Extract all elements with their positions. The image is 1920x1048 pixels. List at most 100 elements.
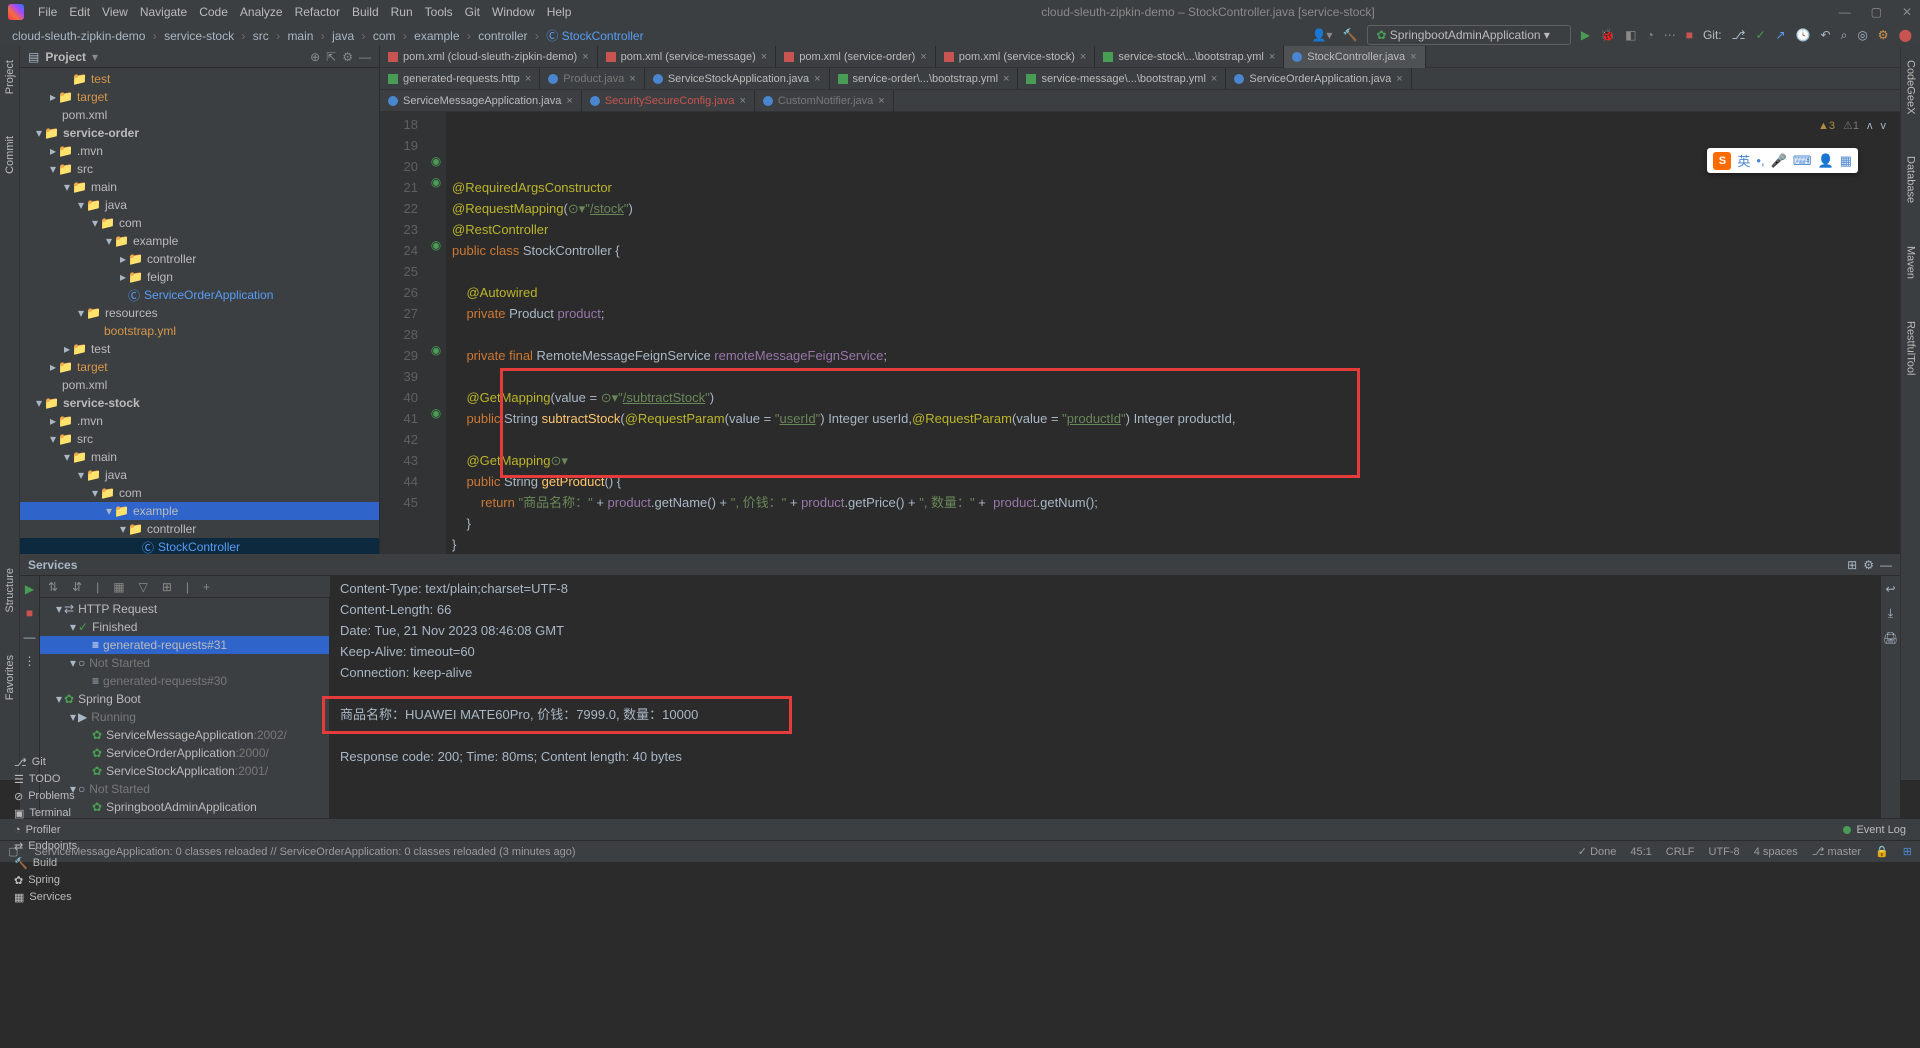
svc-stop-icon[interactable]: ■ — [26, 606, 33, 620]
breadcrumb[interactable]: controller — [474, 28, 531, 44]
menu-view[interactable]: View — [96, 2, 134, 22]
tab-close-icon[interactable]: × — [920, 51, 926, 63]
ime-keyboard-icon[interactable]: ⌨ — [1793, 153, 1812, 169]
editor-tab[interactable]: CustomNotifier.java× — [755, 90, 894, 112]
tree-node[interactable]: ▾📁service-order — [20, 124, 379, 142]
git-update-icon[interactable]: ✓ — [1755, 28, 1765, 42]
git-branch-icon[interactable]: ⎇ — [1732, 28, 1746, 42]
search-icon[interactable]: ⌕ — [1841, 28, 1848, 43]
hide-icon[interactable]: — — [359, 50, 371, 64]
collapse-icon[interactable]: ⚙ — [342, 50, 353, 64]
breadcrumb[interactable]: cloud-sleuth-zipkin-demo — [8, 28, 149, 44]
services-tree-node[interactable]: ▾▶Running — [40, 708, 329, 726]
status-indent[interactable]: 4 spaces — [1754, 846, 1798, 858]
left-tab-favorites[interactable]: Favorites — [4, 649, 16, 706]
tab-close-icon[interactable]: × — [1269, 51, 1275, 63]
menu-file[interactable]: File — [32, 2, 63, 22]
services-tree-node[interactable]: ✿ServiceMessageApplication :2002/ — [40, 726, 329, 744]
tab-close-icon[interactable]: × — [1396, 73, 1402, 85]
bottom-tab-profiler[interactable]: ◔Profiler — [6, 822, 85, 838]
right-tab-database[interactable]: Database — [1905, 150, 1917, 209]
status-encoding[interactable]: UTF-8 — [1709, 846, 1740, 858]
bottom-tab-services[interactable]: ▦Services — [6, 889, 85, 906]
editor-tab[interactable]: service-order\...\bootstrap.yml× — [830, 68, 1019, 90]
svc-tb-grid-icon[interactable]: ▦ — [113, 580, 124, 594]
profiler-icon[interactable]: ◔ — [1646, 28, 1653, 42]
tree-node[interactable]: ▾📁controller — [20, 520, 379, 538]
close-icon[interactable]: ✕ — [1902, 5, 1912, 19]
tree-node[interactable]: bootstrap.yml — [20, 322, 379, 340]
svc-wrap-icon[interactable]: ↩ — [1885, 582, 1895, 596]
hammer-icon[interactable]: 🔨 — [1342, 28, 1357, 42]
ime-grid-icon[interactable]: ▦ — [1840, 153, 1852, 169]
editor-tab[interactable]: pom.xml (service-message)× — [598, 46, 777, 68]
user-icon[interactable]: 👤▾ — [1311, 28, 1332, 42]
tree-node[interactable]: ⒸServiceOrderApplication — [20, 286, 379, 304]
menu-git[interactable]: Git — [459, 2, 486, 22]
status-linesep[interactable]: CRLF — [1666, 846, 1695, 858]
locate-icon[interactable]: ◎ — [1857, 28, 1867, 42]
tree-node[interactable]: ▸📁target — [20, 88, 379, 106]
editor-tab[interactable]: Product.java× — [540, 68, 645, 90]
tree-node[interactable]: ▾📁src — [20, 430, 379, 448]
editor-tab[interactable]: pom.xml (service-stock)× — [936, 46, 1096, 68]
left-tab-structure[interactable]: Structure — [4, 562, 16, 619]
svc-tb-tree-icon[interactable]: ⇅ — [48, 580, 58, 594]
tree-node[interactable]: ▸📁target — [20, 358, 379, 376]
tab-close-icon[interactable]: × — [582, 51, 588, 63]
svc-tb-add-icon[interactable]: + — [203, 580, 210, 594]
tree-node[interactable]: ▾📁example — [20, 502, 379, 520]
editor-tab[interactable]: generated-requests.http× — [380, 68, 540, 90]
tab-close-icon[interactable]: × — [629, 73, 635, 85]
settings-icon[interactable]: ⚙ — [1878, 28, 1889, 42]
tree-node[interactable]: ▸📁.mvn — [20, 142, 379, 160]
menu-edit[interactable]: Edit — [63, 2, 96, 22]
minimize-icon[interactable]: — — [1839, 5, 1851, 19]
svc-more-icon[interactable]: ⋮ — [24, 654, 36, 668]
menu-build[interactable]: Build — [346, 2, 385, 22]
run-config-selector[interactable]: ✿ SpringbootAdminApplication ▾ — [1367, 25, 1571, 45]
status-branch[interactable]: ⎇ master — [1812, 845, 1861, 858]
services-output[interactable]: Content-Type: text/plain;charset=UTF-8Co… — [330, 576, 1880, 818]
left-tab-project[interactable]: Project — [4, 54, 16, 100]
svc-tb-filter-icon[interactable]: ▽ — [139, 580, 148, 594]
right-tab-maven[interactable]: Maven — [1905, 240, 1917, 285]
tree-node[interactable]: ▾📁com — [20, 214, 379, 232]
tab-close-icon[interactable]: × — [1211, 73, 1217, 85]
breadcrumb[interactable]: main — [283, 28, 317, 44]
bottom-tab-problems[interactable]: ⊘Problems — [6, 788, 85, 805]
svc-print-icon[interactable]: 🖨 — [1883, 631, 1898, 645]
menu-refactor[interactable]: Refactor — [289, 2, 346, 22]
git-push-icon[interactable]: ↗ — [1776, 28, 1786, 42]
assist-icon[interactable]: ⬤ — [1899, 28, 1912, 42]
svc-run-icon[interactable]: ▶ — [25, 582, 34, 596]
services-hide-icon[interactable]: — — [1880, 558, 1892, 572]
ime-toolbar[interactable]: S 英 •, 🎤 ⌨ 👤 ▦ — [1707, 148, 1858, 173]
attach-icon[interactable]: ⋯ — [1664, 28, 1676, 42]
editor-tab[interactable]: pom.xml (service-order)× — [776, 46, 936, 68]
tab-close-icon[interactable]: × — [739, 95, 745, 107]
tab-close-icon[interactable]: × — [1080, 51, 1086, 63]
code-area[interactable]: ▲3 ⚠1 ʌv @RequiredArgsConstructor@Reques… — [446, 112, 1900, 554]
menu-help[interactable]: Help — [541, 2, 578, 22]
tab-close-icon[interactable]: × — [525, 73, 531, 85]
breadcrumb[interactable]: com — [369, 28, 400, 44]
status-position[interactable]: 45:1 — [1630, 846, 1651, 858]
tree-node[interactable]: 📁test — [20, 70, 379, 88]
editor-tab[interactable]: ServiceMessageApplication.java× — [380, 90, 582, 112]
ime-lang[interactable]: 英 — [1737, 151, 1750, 170]
right-tab-codegeex[interactable]: CodeGeeX — [1905, 54, 1917, 120]
breadcrumb[interactable]: example — [410, 28, 463, 44]
editor-tab[interactable]: pom.xml (cloud-sleuth-zipkin-demo)× — [380, 46, 598, 68]
services-expand-icon[interactable]: ⊞ — [1847, 558, 1857, 572]
breadcrumb[interactable]: java — [328, 28, 358, 44]
tree-node[interactable]: pom.xml — [20, 106, 379, 124]
tab-close-icon[interactable]: × — [566, 95, 572, 107]
tab-close-icon[interactable]: × — [878, 95, 884, 107]
coverage-icon[interactable]: ◧ — [1625, 28, 1636, 42]
breadcrumb[interactable]: src — [249, 28, 273, 44]
project-tree[interactable]: 📁test▸📁target pom.xml▾📁service-order▸📁.m… — [20, 68, 379, 554]
services-tree-node[interactable]: ≡generated-requests#31 — [40, 636, 329, 654]
maximize-icon[interactable]: ▢ — [1871, 5, 1882, 19]
code-inspection-status[interactable]: ▲3 ⚠1 ʌv — [1818, 116, 1886, 137]
